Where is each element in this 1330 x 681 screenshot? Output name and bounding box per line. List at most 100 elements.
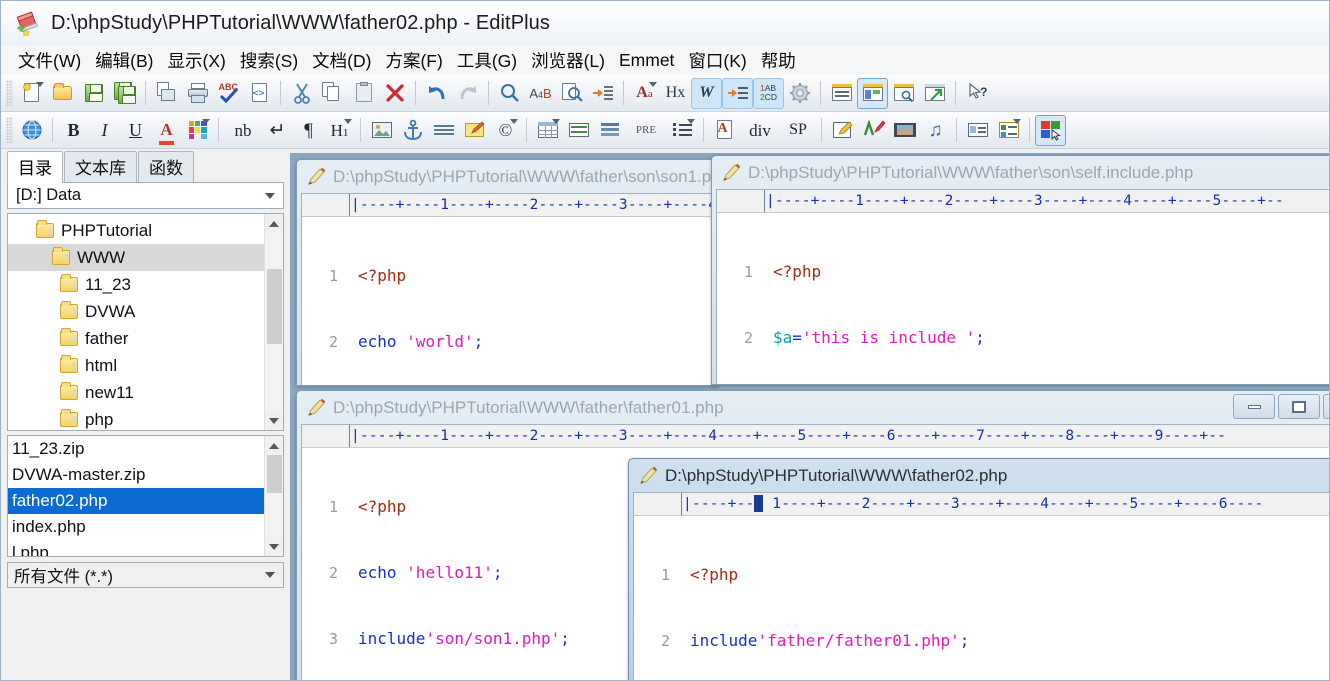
script-icon[interactable]: [858, 115, 889, 146]
bold-icon[interactable]: B: [58, 115, 89, 146]
undo-icon[interactable]: [421, 78, 452, 109]
directory-window-icon[interactable]: [857, 77, 888, 109]
new-file-icon[interactable]: [16, 78, 47, 109]
browser-preview-icon[interactable]: [16, 115, 47, 146]
minimize-button[interactable]: [1233, 394, 1275, 419]
scroll-down-button[interactable]: [264, 537, 283, 556]
color-palette-icon[interactable]: [182, 115, 213, 146]
tree-scrollbar[interactable]: [264, 214, 283, 430]
editor-body[interactable]: |----+----1----+----2----+----3----+----…: [301, 193, 714, 385]
paste-icon[interactable]: [348, 78, 379, 109]
context-help-icon[interactable]: ?: [961, 78, 992, 109]
preferences-icon[interactable]: [784, 78, 815, 109]
drive-selector[interactable]: [D:] Data: [7, 182, 284, 209]
word-wrap-icon[interactable]: W: [691, 77, 722, 109]
scroll-up-button[interactable]: [264, 214, 283, 233]
tree-item-html[interactable]: html: [8, 352, 264, 379]
insert-image-icon[interactable]: [366, 115, 397, 146]
cut-icon[interactable]: [286, 78, 317, 109]
scroll-down-button[interactable]: [264, 411, 283, 430]
list-item[interactable]: l.php: [8, 540, 264, 556]
tree-item-new11[interactable]: new11: [8, 379, 264, 406]
menu-tools[interactable]: 工具(G): [450, 48, 524, 73]
editor-body[interactable]: |----+--- 1----+----2----+----3----+----…: [633, 492, 1329, 680]
delete-icon[interactable]: [379, 78, 410, 109]
editor-window-son1[interactable]: D:\phpStudy\PHPTutorial\WWW\father\son\s…: [296, 159, 719, 386]
file-list-items[interactable]: 11_23.zip DVWA-master.zip father02.php i…: [8, 436, 264, 556]
font-tag-icon[interactable]: A: [709, 115, 740, 146]
code-area[interactable]: 1<?php 2include'father/father01.php'; 3e…: [634, 516, 1329, 680]
clip-text-icon[interactable]: [888, 78, 919, 109]
editor-title-bar[interactable]: D:\phpStudy\PHPTutorial\WWW\father\son\s…: [712, 156, 1329, 189]
copy-icon[interactable]: [317, 78, 348, 109]
menu-view[interactable]: 显示(X): [161, 48, 233, 73]
file-scrollbar[interactable]: [264, 436, 283, 556]
span-tag-icon[interactable]: SP: [780, 115, 816, 146]
code-area[interactable]: 1<?php 2echo 'world'; 3//include'D:\phpS…: [302, 217, 713, 384]
view-source-icon[interactable]: <>: [244, 78, 275, 109]
insert-table-icon[interactable]: [532, 115, 563, 146]
redo-icon[interactable]: [452, 78, 483, 109]
code-area[interactable]: 1<?php 2$a='this is include '; 3?>: [717, 213, 1329, 383]
close-button[interactable]: ✕: [1323, 394, 1329, 419]
list-icon[interactable]: [667, 115, 698, 146]
form-edit-icon[interactable]: [827, 115, 858, 146]
find-icon[interactable]: [494, 78, 525, 109]
output-window-icon[interactable]: [919, 78, 950, 109]
list-item[interactable]: 11_23.zip: [8, 436, 264, 462]
goto-line-icon[interactable]: [587, 78, 618, 109]
tab-cliptext[interactable]: 文本库: [64, 151, 137, 182]
tree-item-www[interactable]: WWW: [8, 244, 264, 271]
restore-button[interactable]: [1278, 394, 1320, 419]
font-color-icon[interactable]: A: [151, 115, 182, 146]
toolbar-grip[interactable]: [6, 80, 13, 106]
tree-item-php[interactable]: php: [8, 406, 264, 430]
menu-window[interactable]: 窗口(K): [681, 48, 753, 73]
editor-title-bar[interactable]: D:\phpStudy\PHPTutorial\WWW\father\son\s…: [297, 160, 718, 193]
editor-body[interactable]: |----+----1----+----2----+----3----+----…: [716, 189, 1329, 384]
open-file-icon[interactable]: [47, 78, 78, 109]
paragraph-icon[interactable]: ¶: [293, 115, 324, 146]
hex-view-icon[interactable]: Hx: [660, 78, 691, 109]
editor-title-bar[interactable]: D:\phpStudy\PHPTutorial\WWW\father02.php: [629, 459, 1329, 492]
table-row-icon[interactable]: [563, 115, 594, 146]
horizontal-rule-icon[interactable]: [428, 115, 459, 146]
menu-browser[interactable]: 浏览器(L): [524, 48, 612, 73]
form-list-icon[interactable]: [993, 115, 1024, 146]
list-item-selected[interactable]: father02.php: [8, 488, 264, 514]
color-picker-icon[interactable]: [1035, 114, 1066, 146]
copyright-icon[interactable]: ©: [490, 115, 521, 146]
menu-help[interactable]: 帮助: [754, 48, 803, 73]
editor-title-bar[interactable]: D:\phpStudy\PHPTutorial\WWW\father\fathe…: [297, 391, 1329, 424]
toolbar-grip[interactable]: [6, 117, 13, 143]
anchor-icon[interactable]: [397, 115, 428, 146]
table-cell-icon[interactable]: [594, 115, 625, 146]
menu-file[interactable]: 文件(W): [11, 48, 88, 73]
editor-window-self-include[interactable]: D:\phpStudy\PHPTutorial\WWW\father\son\s…: [711, 155, 1329, 385]
menu-emmet[interactable]: Emmet: [612, 50, 681, 71]
save-icon[interactable]: [78, 78, 109, 109]
spell-check-icon[interactable]: ABC: [213, 78, 244, 109]
tab-functions[interactable]: 函数: [138, 151, 194, 182]
save-all-icon[interactable]: [109, 78, 140, 109]
line-break-icon[interactable]: ↵: [262, 115, 293, 146]
menu-project[interactable]: 方案(F): [378, 48, 449, 73]
list-item[interactable]: DVWA-master.zip: [8, 462, 264, 488]
menu-edit[interactable]: 编辑(B): [88, 48, 160, 73]
tree-item-11-23[interactable]: 11_23: [8, 271, 264, 298]
editor-window-father02[interactable]: D:\phpStudy\PHPTutorial\WWW\father02.php…: [628, 458, 1329, 680]
menu-document[interactable]: 文档(D): [305, 48, 378, 73]
find-in-files-icon[interactable]: [556, 78, 587, 109]
form-input-icon[interactable]: [962, 115, 993, 146]
media-icon[interactable]: [889, 115, 920, 146]
list-item[interactable]: index.php: [8, 514, 264, 540]
pre-tag-icon[interactable]: PRE: [625, 115, 667, 146]
file-filter-selector[interactable]: 所有文件 (*.*): [7, 562, 284, 588]
line-numbers-icon[interactable]: 1AB 2CD: [753, 77, 784, 109]
audio-icon[interactable]: ♫: [920, 115, 951, 146]
nbsp-icon[interactable]: nb: [224, 115, 262, 146]
auto-indent-icon[interactable]: [722, 77, 753, 109]
tab-directory[interactable]: 目录: [7, 151, 63, 183]
tree-item-father[interactable]: father: [8, 325, 264, 352]
scroll-up-button[interactable]: [264, 436, 283, 455]
